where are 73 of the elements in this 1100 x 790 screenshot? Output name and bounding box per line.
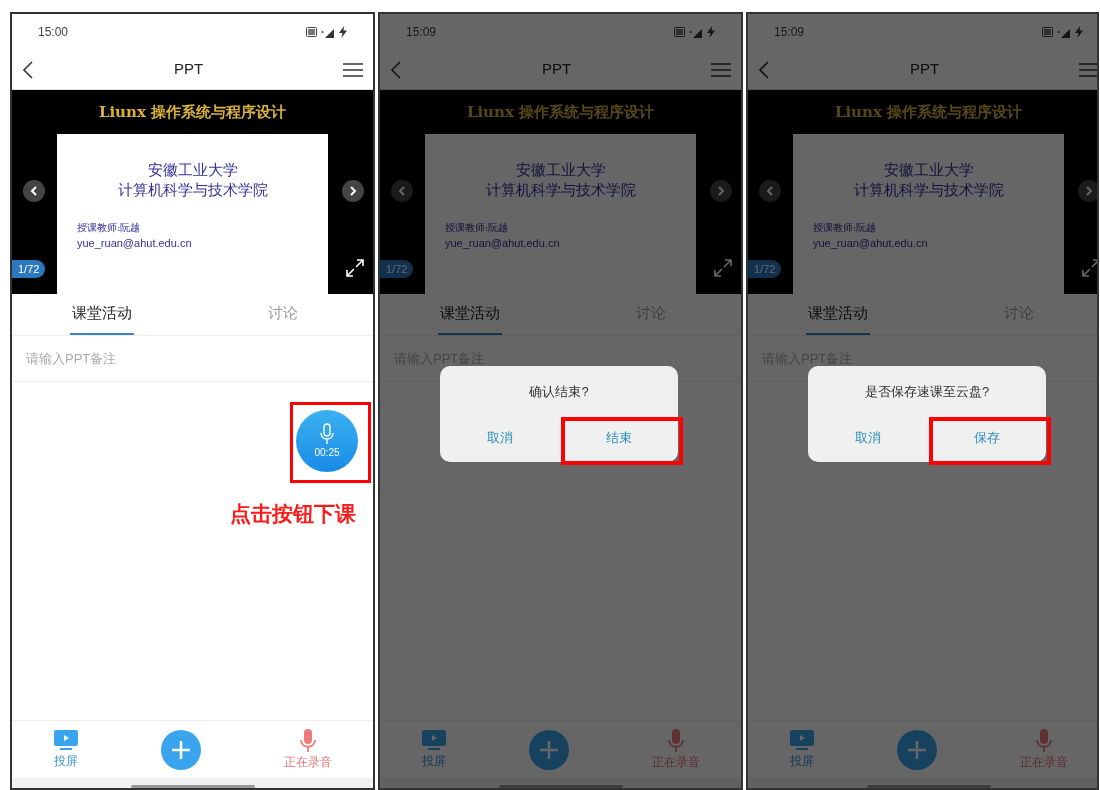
menu-icon[interactable] xyxy=(343,62,363,77)
status-time: 15:00 xyxy=(38,24,69,41)
expand-icon[interactable] xyxy=(346,259,364,277)
plus-icon xyxy=(538,739,559,760)
previous-slide-button[interactable] xyxy=(23,180,45,202)
charging-icon xyxy=(339,26,347,38)
menu-icon[interactable] xyxy=(711,62,731,77)
hd-icon xyxy=(1042,27,1053,37)
monitor-icon xyxy=(421,729,446,752)
dialog-message: 是否保存速课至云盘? xyxy=(863,383,991,401)
slide-heading: Liunx 操作系统与程序设计 xyxy=(466,101,655,123)
recording-status-button[interactable]: 正在录音 xyxy=(283,728,332,771)
next-slide-button[interactable] xyxy=(342,180,364,202)
add-button[interactable] xyxy=(160,729,201,770)
slide-text: 授课教师:阮越 xyxy=(77,221,142,235)
chevron-left-icon xyxy=(766,186,774,196)
slide-text: 授课教师:阮越 xyxy=(813,221,878,235)
page-title: PPT xyxy=(173,59,204,80)
chevron-right-icon xyxy=(349,186,357,196)
menu-icon[interactable] xyxy=(1079,62,1097,77)
tab[interactable]: 课堂活动 xyxy=(438,294,503,335)
chevron-right-icon xyxy=(1085,186,1093,196)
cast-screen-button[interactable]: 投屏 xyxy=(421,729,446,770)
dialog-message: 确认结束? xyxy=(528,383,590,401)
microphone-icon xyxy=(1035,728,1052,753)
slide-text: yue_ruan@ahut.edu.cn xyxy=(445,236,561,251)
annotation-caption: 点击按钮下课 xyxy=(230,501,356,527)
page-counter: 1/72 xyxy=(748,260,782,278)
slide-text: 计算机科学与技术学院 xyxy=(484,180,637,200)
page-title: PPT xyxy=(541,59,572,80)
microphone-icon xyxy=(299,728,316,753)
slide-heading: Liunx 操作系统与程序设计 xyxy=(834,101,1023,123)
cast-screen-button[interactable]: 投屏 xyxy=(789,729,814,770)
slide-heading: Liunx 操作系统与程序设计 xyxy=(98,101,287,123)
slide-text: 授课教师:阮越 xyxy=(445,221,510,235)
microphone-icon xyxy=(320,422,334,445)
slide-text: 安徽工业大学 xyxy=(514,160,607,180)
chevron-left-icon xyxy=(30,186,38,196)
cast-screen-button[interactable]: 投屏 xyxy=(53,729,78,770)
slide-text: 安徽工业大学 xyxy=(146,160,239,180)
dialog-button[interactable]: 结束 xyxy=(559,414,678,462)
monitor-icon xyxy=(789,729,814,752)
dialog-button[interactable]: 取消 xyxy=(808,414,927,462)
hd-icon xyxy=(306,27,317,37)
add-button[interactable] xyxy=(528,729,569,770)
tab[interactable]: 课堂活动 xyxy=(70,294,135,335)
microphone-icon xyxy=(667,728,684,753)
dialog-button[interactable]: 保存 xyxy=(927,414,1046,462)
page-title: PPT xyxy=(909,59,940,80)
dialog-button[interactable]: 取消 xyxy=(440,414,559,462)
slide-text: yue_ruan@ahut.edu.cn xyxy=(813,236,929,251)
slide-text: 安徽工业大学 xyxy=(882,160,975,180)
slide-text: 计算机科学与技术学院 xyxy=(852,180,1005,200)
chevron-left-icon xyxy=(398,186,406,196)
plus-icon xyxy=(906,739,927,760)
slide-text: yue_ruan@ahut.edu.cn xyxy=(77,236,193,251)
charging-icon xyxy=(1075,26,1083,38)
page-counter: 1/72 xyxy=(380,260,414,278)
page-counter: 1/72 xyxy=(12,260,46,278)
charging-icon xyxy=(707,26,715,38)
tab[interactable]: 课堂活动 xyxy=(806,294,871,335)
back-icon[interactable] xyxy=(22,60,34,79)
note-field[interactable]: 请输入PPT备注 xyxy=(12,336,373,382)
slide-text: 计算机科学与技术学院 xyxy=(116,180,269,200)
tab[interactable]: 讨论 xyxy=(265,294,300,335)
record-button[interactable]: 00:25 xyxy=(296,410,358,472)
add-button[interactable] xyxy=(896,729,937,770)
status-time: 15:09 xyxy=(774,24,805,41)
plus-icon xyxy=(170,739,191,760)
monitor-icon xyxy=(53,729,78,752)
hd-icon xyxy=(674,27,685,37)
status-time: 15:09 xyxy=(406,24,437,41)
chevron-right-icon xyxy=(717,186,725,196)
